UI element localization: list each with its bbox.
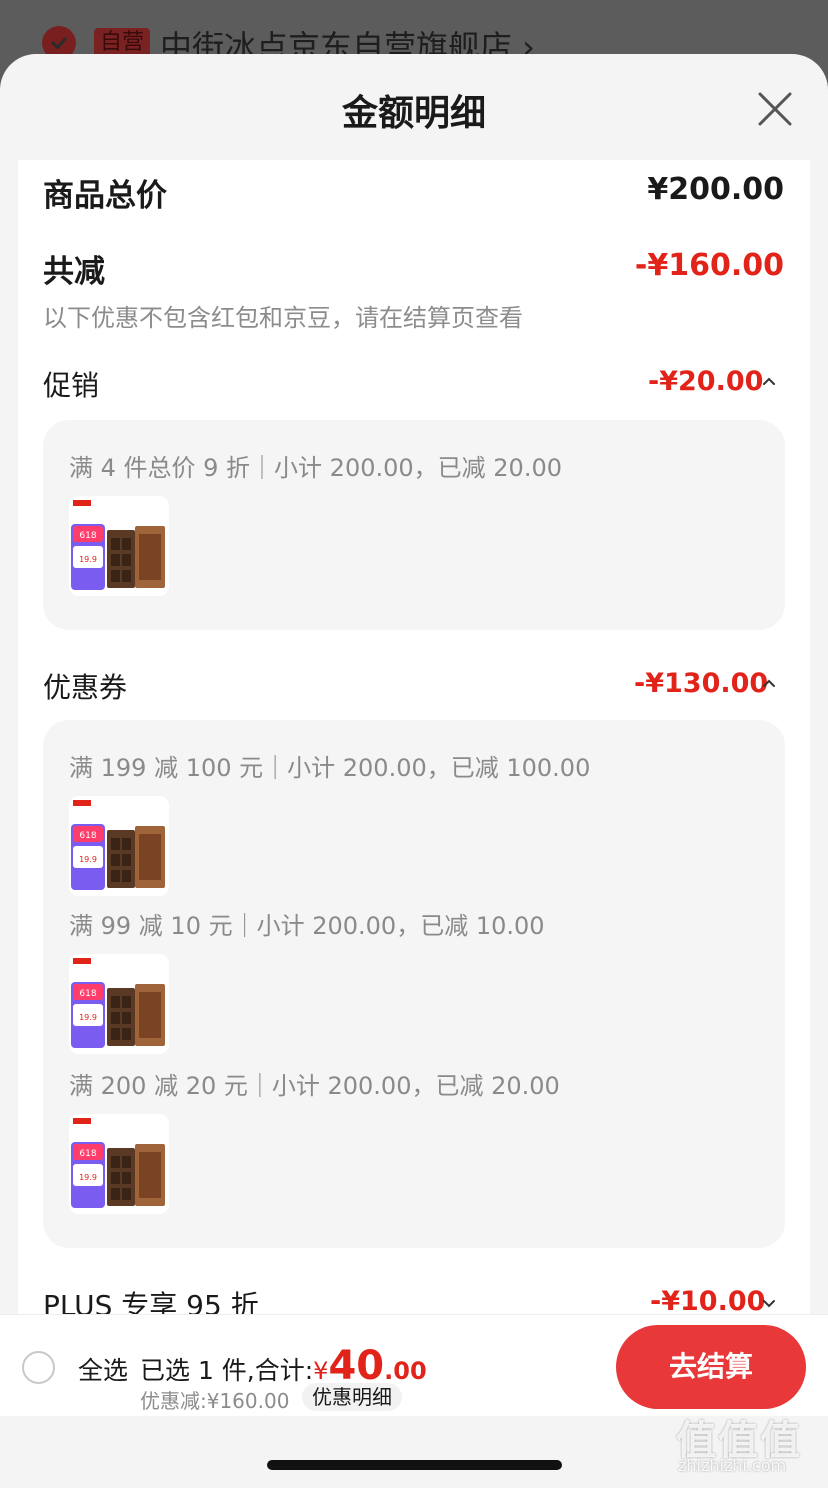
plus-value: -¥10.00 xyxy=(650,1286,766,1316)
home-indicator[interactable] xyxy=(267,1460,562,1470)
product-thumbnail[interactable]: 618 19.9 xyxy=(69,1114,169,1214)
watermark-url: zhizhizhi.com xyxy=(678,1456,787,1475)
sheet-title: 金额明细 xyxy=(341,93,486,134)
total-reduce-value: -¥160.00 xyxy=(634,248,784,283)
discount-total: 优惠减:¥160.00 xyxy=(140,1389,290,1413)
promotion-rule: 满 4 件总价 9 折｜小计 200.00，已减 20.00 xyxy=(69,454,562,482)
coupon-rule: 满 200 减 20 元｜小计 200.00，已减 20.00 xyxy=(69,1072,560,1100)
total-price-value: ¥200.00 xyxy=(647,172,784,207)
select-all-label[interactable]: 全选 xyxy=(78,1351,128,1387)
discount-note: 以下优惠不包含红包和京豆，请在结算页查看 xyxy=(43,304,523,332)
thumb-tag: 618 xyxy=(79,531,96,541)
coupon-card: 满 199 减 100 元｜小计 200.00，已减 100.00 618 19… xyxy=(43,720,785,1248)
total-price-label: 商品总价 xyxy=(43,178,167,214)
amount-detail-sheet: 金额明细 商品总价 ¥200.00 共减 -¥160.00 以下优惠不包含红包和… xyxy=(0,54,828,1488)
coupon-rule: 满 199 减 100 元｜小计 200.00，已减 100.00 xyxy=(69,754,591,782)
total-reduce-label: 共减 xyxy=(43,254,105,290)
thumb-price: 19.9 xyxy=(79,855,97,864)
thumb-tag: 618 xyxy=(79,831,96,841)
thumb-price: 19.9 xyxy=(79,1173,97,1182)
currency-symbol: ¥ xyxy=(313,1357,329,1385)
coupon-value: -¥130.00 xyxy=(634,668,769,699)
thumb-tag: 618 xyxy=(79,989,96,999)
checkout-button[interactable]: 去结算 xyxy=(616,1325,806,1409)
promotion-label: 促销 xyxy=(43,369,100,402)
detail-content: 商品总价 ¥200.00 共减 -¥160.00 以下优惠不包含红包和京豆，请在… xyxy=(18,160,810,1316)
thumb-tag: 618 xyxy=(79,1149,96,1159)
chevron-down-icon[interactable] xyxy=(760,1294,778,1312)
chevron-up-icon[interactable] xyxy=(760,674,778,692)
promotion-value: -¥20.00 xyxy=(648,366,764,397)
product-thumbnail[interactable]: 618 19.9 xyxy=(69,954,169,1054)
total-amount-decimal: .00 xyxy=(384,1357,427,1385)
product-thumbnail[interactable]: 618 19.9 xyxy=(69,796,169,896)
thumb-price: 19.9 xyxy=(79,555,97,564)
thumb-price: 19.9 xyxy=(79,1013,97,1022)
product-thumbnail[interactable]: 618 19.9 xyxy=(69,496,169,596)
selected-count-text: 已选 1 件,合计: xyxy=(140,1356,314,1385)
coupon-label: 优惠券 xyxy=(43,671,128,704)
discount-detail-button[interactable]: 优惠明细 xyxy=(302,1383,402,1411)
close-icon[interactable] xyxy=(756,90,794,128)
site-watermark: 值值值 zhizhizhi.com xyxy=(676,1408,824,1484)
checkout-bar: 全选 已选 1 件,合计: ¥ 40 .00 优惠减:¥160.00 优惠明细 … xyxy=(0,1314,828,1416)
radio-unchecked-icon[interactable] xyxy=(22,1351,55,1384)
chevron-up-icon[interactable] xyxy=(760,372,778,390)
promotion-card: 满 4 件总价 9 折｜小计 200.00，已减 20.00 618 19.9 xyxy=(43,420,785,630)
plus-label: PLUS 专享 95 折 xyxy=(43,1289,259,1316)
coupon-rule: 满 99 减 10 元｜小计 200.00，已减 10.00 xyxy=(69,912,545,940)
